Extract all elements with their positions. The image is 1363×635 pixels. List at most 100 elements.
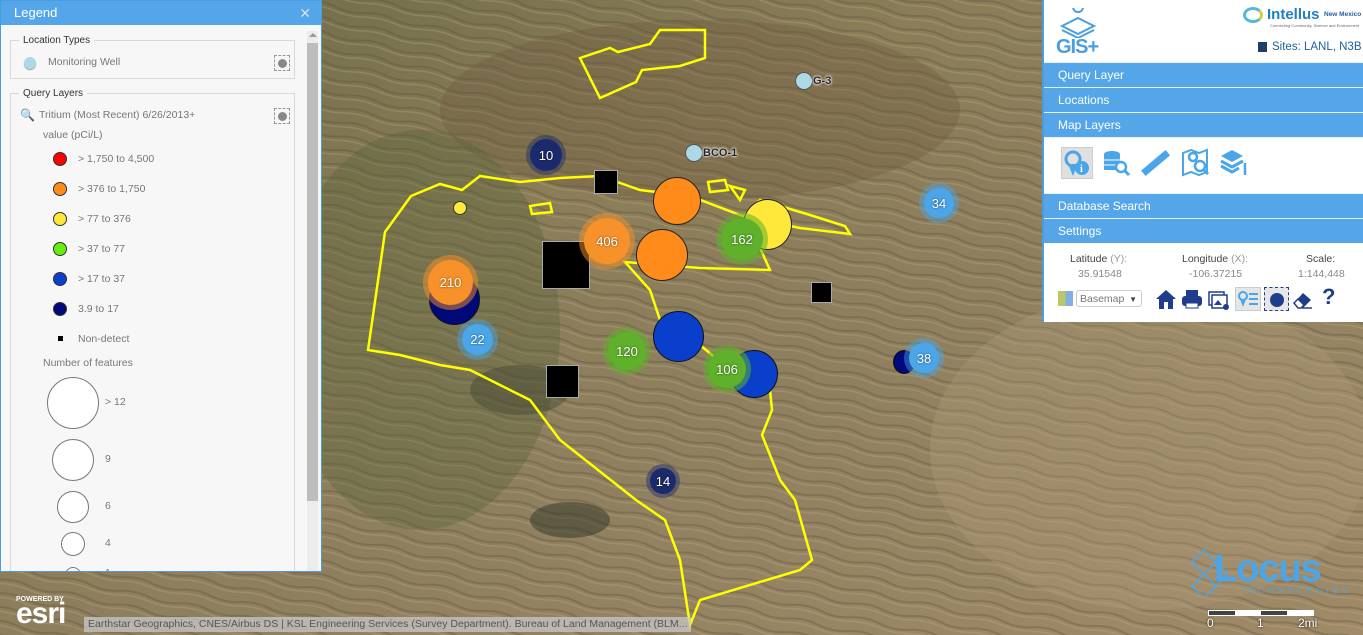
layers-order-icon[interactable] (1219, 147, 1251, 179)
class-symbol (53, 272, 67, 286)
class-symbol (53, 152, 67, 166)
size-label: 6 (105, 500, 111, 512)
class-symbol (53, 212, 67, 226)
cluster-marker[interactable]: 106 (708, 350, 746, 388)
menu-settings[interactable]: Settings (1044, 218, 1363, 243)
scale-tick: 1 (1257, 616, 1264, 630)
non-detect-marker[interactable] (542, 241, 590, 289)
menu-map-layers[interactable]: Map Layers (1044, 112, 1363, 137)
legend-header: Legend ✕ (1, 1, 321, 25)
class-label: 3.9 to 17 (78, 303, 119, 315)
monitoring-well-label: Monitoring Well (48, 56, 121, 68)
well-label: G-3 (813, 75, 832, 87)
size-label: 1 (105, 567, 111, 571)
class-label: > 17 to 37 (78, 273, 125, 285)
result-marker-orange[interactable] (653, 177, 701, 225)
esri-wordmark: esri (16, 597, 66, 630)
locus-name: Locus (1214, 548, 1322, 590)
cluster-marker[interactable]: 162 (721, 218, 763, 260)
sites-label[interactable]: Sites: LANL, N3B (1272, 41, 1361, 53)
class-label: Non-detect (78, 333, 130, 345)
legend-scrollbar[interactable] (307, 31, 318, 571)
map-attribution[interactable]: Earthstar Geographics, CNES/Airbus DS | … (84, 617, 692, 632)
scroll-up-icon[interactable] (309, 33, 317, 37)
map-search-icon[interactable] (1181, 147, 1213, 179)
intellus-logo-icon (1243, 7, 1263, 23)
identify-icon[interactable]: i (1061, 147, 1093, 179)
scale-tick: 2mi (1298, 616, 1318, 630)
latitude-value: 35.91548 (1078, 268, 1122, 280)
result-marker-yellow[interactable] (453, 201, 467, 215)
export-image-icon[interactable] (1207, 287, 1231, 311)
size-symbol (47, 377, 99, 429)
brand-tagline: Connecting Community, Science and Enviro… (1270, 23, 1360, 28)
longitude-value: -106.37215 (1189, 268, 1243, 280)
chevron-down-icon: ▼ (1129, 295, 1137, 304)
value-units-label: value (pCi/L) (43, 129, 103, 141)
cluster-count: 38 (916, 350, 932, 366)
help-icon[interactable]: ? (1322, 284, 1335, 309)
cluster-marker[interactable]: 120 (608, 332, 646, 370)
eraser-icon[interactable] (1290, 287, 1314, 311)
locus-logo: Locus TECHNOLOGIES (1190, 548, 1348, 604)
cluster-marker[interactable]: 14 (650, 468, 676, 494)
cluster-marker[interactable]: 10 (530, 139, 562, 171)
cluster-count: 406 (596, 233, 618, 249)
scale-bar: 0 1 2mi (1207, 610, 1317, 630)
query-layers-heading: Query Layers (23, 88, 84, 99)
monitoring-well-symbol (24, 57, 36, 69)
cluster-count: 10 (538, 147, 554, 163)
cluster-count: 210 (439, 275, 462, 290)
home-icon[interactable] (1154, 287, 1178, 311)
monitoring-well-marker[interactable] (795, 72, 813, 90)
menu-database-search[interactable]: Database Search (1044, 193, 1363, 218)
longitude-label: Longitude (X): (1182, 253, 1248, 265)
cluster-count: 34 (931, 195, 947, 211)
locus-sub: TECHNOLOGIES (1240, 586, 1352, 595)
class-symbol (53, 302, 67, 316)
class-symbol (53, 182, 67, 196)
basemap-label: Basemap (1080, 293, 1125, 305)
size-label: > 12 (105, 396, 126, 408)
class-symbol (53, 242, 67, 256)
sites-icon (1258, 42, 1267, 52)
database-query-icon[interactable] (1101, 147, 1133, 179)
close-icon[interactable]: ✕ (299, 1, 311, 25)
cluster-marker[interactable]: 34 (924, 188, 954, 218)
scrollbar-thumb[interactable] (307, 43, 318, 501)
query-layer-name: Tritium (Most Recent) 6/26/2013+ (39, 109, 196, 121)
well-label: BCO-1 (703, 147, 738, 159)
class-label: > 376 to 1,750 (78, 183, 146, 195)
cluster-count: 106 (716, 361, 738, 377)
result-marker-blue[interactable] (653, 311, 704, 362)
cluster-marker[interactable]: 38 (909, 343, 939, 373)
non-detect-marker[interactable] (811, 282, 832, 303)
non-detect-marker[interactable] (594, 170, 618, 194)
cluster-marker[interactable]: 210 (428, 260, 473, 305)
cluster-marker[interactable]: 22 (462, 324, 493, 355)
measure-ruler-icon[interactable] (1141, 147, 1173, 179)
identify-list-icon[interactable] (1235, 287, 1261, 311)
features-label: Number of features (43, 357, 133, 369)
size-label: 9 (105, 453, 111, 465)
cluster-count: 14 (655, 473, 671, 489)
brand-name: Intellus (1267, 6, 1320, 23)
print-icon[interactable] (1180, 287, 1204, 311)
menu-locations[interactable]: Locations (1044, 87, 1363, 112)
basemap-select[interactable]: Basemap ▼ (1076, 290, 1142, 307)
non-detect-marker[interactable] (546, 365, 579, 398)
menu-query-layer[interactable]: Query Layer (1044, 62, 1363, 87)
map-layers-toolbar: i (1044, 137, 1363, 193)
cluster-marker[interactable]: 406 (584, 218, 630, 264)
result-marker-orange[interactable] (636, 229, 688, 281)
basemap-gallery-icon[interactable] (1058, 291, 1073, 306)
monitoring-well-marker[interactable] (685, 144, 703, 162)
scale-tick: 0 (1207, 616, 1214, 630)
size-symbol (61, 532, 85, 556)
toggle-symbol-icon[interactable] (274, 108, 290, 124)
select-by-area-icon[interactable] (1264, 287, 1289, 311)
panel-header: GIS+ Intellus New Mexico Connecting Comm… (1044, 0, 1363, 62)
legend-title: Legend (14, 5, 58, 20)
toggle-symbol-icon[interactable] (274, 55, 290, 71)
class-label: > 1,750 to 4,500 (78, 153, 155, 165)
